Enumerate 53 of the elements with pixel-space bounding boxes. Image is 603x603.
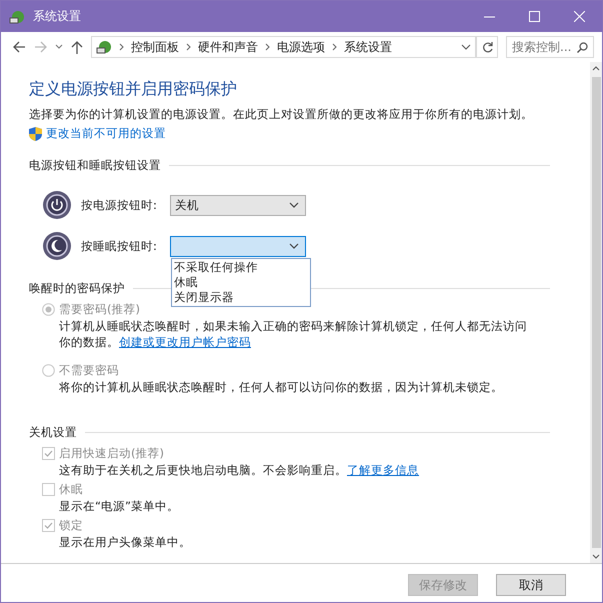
chevron-right-icon xyxy=(119,43,124,51)
page-heading: 定义电源按钮并启用密码保护 xyxy=(29,79,238,100)
chevron-right-icon xyxy=(186,43,191,51)
option-label: 休眠 xyxy=(59,482,83,497)
window-title: 系统设置 xyxy=(33,8,82,25)
breadcrumb[interactable]: 控制面板 xyxy=(131,38,179,56)
option-description: 这有助于在关机之后更快地启动电脑。不会影响重启。了解更多信息 xyxy=(59,462,420,478)
section-title: 电源按钮和睡眠按钮设置 xyxy=(29,158,161,173)
dialog-button[interactable]: 取消 xyxy=(496,574,566,596)
setting-label: 按电源按钮时: xyxy=(81,198,158,212)
search-icon xyxy=(577,42,588,52)
dropdown-option[interactable]: 不采取任何操作 xyxy=(172,260,310,274)
address-bar[interactable]: 控制面板 硬件和声音 电源选项 系统设置 xyxy=(91,36,476,58)
scroll-down-icon[interactable] xyxy=(592,554,600,559)
up-arrow-icon[interactable] xyxy=(71,40,83,54)
option-label: 不需要密码 xyxy=(59,363,119,378)
breadcrumb[interactable]: 硬件和声音 xyxy=(198,38,258,56)
dropdown-option[interactable]: 关闭显示器 xyxy=(172,290,310,304)
setting-label: 按睡眠按钮时: xyxy=(81,238,158,254)
maximize-icon[interactable] xyxy=(529,11,540,22)
app-icon xyxy=(9,8,25,24)
admin-settings-link[interactable]: 更改当前不可用的设置 xyxy=(46,126,166,141)
intro-text: 选择要为你的计算机设置的电源设置。在此页上对设置所做的更改将应用于你所有的电源计划。 xyxy=(29,107,534,122)
close-icon[interactable] xyxy=(574,11,585,22)
scroll-up-icon[interactable] xyxy=(592,66,600,71)
moon-icon xyxy=(42,231,72,261)
chevron-right-icon xyxy=(332,43,337,51)
chevron-down-icon[interactable] xyxy=(461,44,471,50)
breadcrumb[interactable]: 电源选项 xyxy=(277,38,325,56)
control-panel-icon xyxy=(96,39,112,55)
chevron-down-icon xyxy=(289,202,299,208)
power-icon xyxy=(42,190,72,220)
option-description: 显示在用户头像菜单中。 xyxy=(59,534,192,550)
chevron-down-icon[interactable] xyxy=(55,44,63,50)
shield-icon xyxy=(29,126,42,140)
dropdown-option[interactable]: 休眠 xyxy=(172,274,310,290)
chevron-down-icon xyxy=(289,243,299,249)
chevron-right-icon xyxy=(265,43,270,51)
refresh-button[interactable] xyxy=(476,36,498,58)
section-title: 唤醒时的密码保护 xyxy=(29,281,125,296)
section-title: 关机设置 xyxy=(29,425,77,440)
breadcrumb[interactable]: 系统设置 xyxy=(344,38,392,56)
option-label: 启用快速启动(推荐) xyxy=(59,446,164,461)
option-label: 锁定 xyxy=(59,518,83,533)
search-field[interactable]: 搜索控制... xyxy=(506,36,594,58)
refresh-icon xyxy=(482,42,492,52)
option-description: 显示在“电源”菜单中。 xyxy=(59,498,180,514)
option-description: 将你的计算机从睡眠状态唤醒时，任何人都可以访问你的数据，因为计算机未锁定。 xyxy=(59,379,504,395)
scrollbar[interactable] xyxy=(590,62,602,563)
dropdown[interactable]: 关机 xyxy=(170,194,306,216)
back-arrow-icon[interactable] xyxy=(13,41,26,53)
option-description: 计算机从睡眠状态唤醒时，如果未输入正确的密码来解除计算机锁定，任何人都无法访问你的数据。创建或更改用户帐户密码 xyxy=(59,318,528,350)
option-label: 需要密码(推荐) xyxy=(59,302,140,317)
